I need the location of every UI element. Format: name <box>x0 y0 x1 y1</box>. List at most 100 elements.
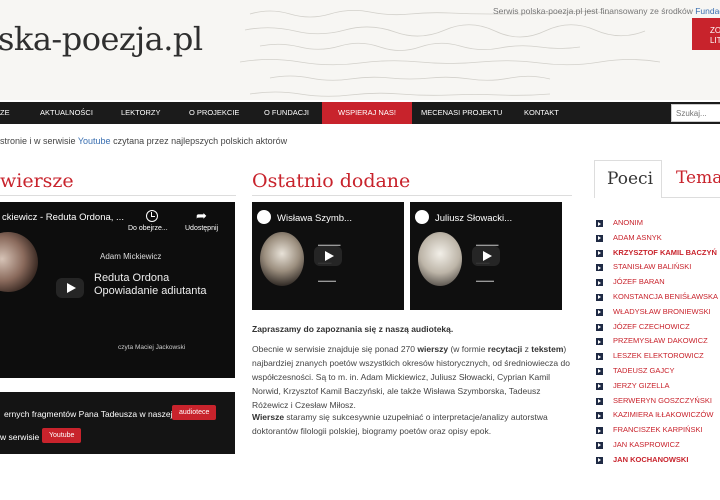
clock-icon[interactable] <box>146 210 158 222</box>
poet-item[interactable]: KONSTANCJA BENIŚŁAWSKA <box>594 290 720 305</box>
site-header: ska-poezja.pl Serwis polska-poezja.pl je… <box>0 0 720 100</box>
play-arrow-icon <box>598 413 601 418</box>
audiotheque-intro: Zapraszamy do zapoznania się z naszą aud… <box>252 322 572 336</box>
poet-item[interactable]: LESZEK ELEKTOROWICZ <box>594 349 720 364</box>
nav-item-home[interactable]: ZE <box>0 102 10 124</box>
nav-item-contact[interactable]: KONTAKT <box>524 102 559 124</box>
poet-item[interactable]: KRZYSZTOF KAMIL BACZYŃ <box>594 246 720 261</box>
play-arrow-icon <box>598 369 601 374</box>
tab-poets[interactable]: Poeci <box>594 160 662 198</box>
poet-item[interactable]: JÓZEF BARAN <box>594 275 720 290</box>
play-icon[interactable] <box>314 246 342 266</box>
promo-line2: w serwisie <box>0 432 40 442</box>
video-author: Adam Mickiewicz <box>100 252 162 261</box>
share-icon[interactable]: ➦ <box>196 208 207 224</box>
play-arrow-icon <box>598 458 601 463</box>
video-portrait <box>260 232 304 286</box>
poet-item[interactable]: JAN KASPROWICZ <box>594 438 720 453</box>
poet-item[interactable]: FRANCISZEK KARPIŃSKI <box>594 423 720 438</box>
play-arrow-icon <box>598 339 601 344</box>
share-label[interactable]: Udostępnij <box>185 225 218 232</box>
audiotheque-description: Obecnie w serwisie znajduje się ponad 27… <box>252 342 572 412</box>
nav-item-news[interactable]: AKTUALNOŚCI <box>40 102 93 124</box>
main-nav: ZE AKTUALNOŚCI LEKTORZY O PROJEKCIE O FU… <box>0 102 720 124</box>
audiotheque-intro-text: Zapraszamy do zapoznania się z naszą aud… <box>252 324 454 334</box>
video-slowacki[interactable]: Juliusz Słowacki... ▬▬▬▬▬ ▬▬▬ ▬▬▬▬ <box>410 202 562 310</box>
poet-name: KRZYSZTOF KAMIL BACZYŃ <box>613 247 717 257</box>
youtube-button[interactable]: Youtube <box>42 428 82 443</box>
desc-part: (w formie <box>448 344 488 354</box>
video-reader: czyta Maciej Jackowski <box>118 344 186 351</box>
play-arrow-icon <box>598 354 601 359</box>
audiotheque-extra: Wiersze staramy się sukcesywnie uzupełni… <box>252 410 572 438</box>
audiobook-promo: ernych fragmentów Pana Tadeusza w naszej… <box>0 392 235 454</box>
video-thumbnail-face <box>0 232 38 292</box>
desc-bold: wierszy <box>417 344 449 354</box>
intro-text-after: czytana przez najlepszych polskich aktor… <box>110 136 288 146</box>
watch-later-label[interactable]: Do obejrze... <box>128 225 168 232</box>
search-input[interactable] <box>671 104 720 122</box>
poet-name: JERZY GIZELLA <box>613 380 670 390</box>
play-icon[interactable] <box>472 246 500 266</box>
poet-name: ADAM ASNYK <box>613 232 662 242</box>
tab-topics[interactable]: Tema <box>676 168 720 188</box>
poet-name: KAZIMIERA IŁŁAKOWICZÓW <box>613 410 714 420</box>
site-logo[interactable]: ska-poezja.pl <box>0 20 203 58</box>
play-icon[interactable] <box>56 278 84 298</box>
funding-text: Serwis polska-poezja.pl jest finansowany… <box>493 6 693 16</box>
desc-part: Obecnie w serwisie znajduje się ponad 27… <box>252 344 418 354</box>
poet-name: STANISŁAW BALIŃSKI <box>613 262 692 272</box>
poet-item[interactable]: SERWERYN GOSZCZYŃSKI <box>594 394 720 409</box>
nav-item-support[interactable]: WSPIERAJ NAS! <box>322 102 412 124</box>
poet-item[interactable]: ANONIM <box>594 216 720 231</box>
poet-item[interactable]: STANISŁAW BALIŃSKI <box>594 260 720 275</box>
poet-name: FRANCISZEK KARPIŃSKI <box>613 425 703 435</box>
desc-part: z <box>522 344 532 354</box>
play-arrow-icon <box>598 280 601 285</box>
nav-item-about-project[interactable]: O PROJEKCIE <box>189 102 239 124</box>
poet-item[interactable]: PRZEMYSŁAW DAKOWICZ <box>594 334 720 349</box>
badge-line2: LIT <box>710 36 720 45</box>
poet-name: PRZEMYSŁAW DAKOWICZ <box>613 336 708 346</box>
intro-line: stronie i w serwisie Youtube czytana prz… <box>0 136 287 146</box>
tab-rule <box>662 197 720 198</box>
poem-line1: Reduta Ordona <box>94 272 170 284</box>
desc-bold: tekstem <box>531 344 564 354</box>
badge-line1: ZO <box>710 26 720 35</box>
poem-line2: Opowiadanie adiutanta <box>94 285 207 297</box>
play-arrow-icon <box>598 443 601 448</box>
poets-list: ANONIM ADAM ASNYK KRZYSZTOF KAMIL BACZYŃ ST… <box>594 216 720 468</box>
video-poem-title: Reduta Ordona Opowiadanie adiutanta <box>94 272 207 298</box>
poet-item[interactable]: JÓZEF CZECHOWICZ <box>594 320 720 335</box>
poet-item[interactable]: JAN KOCHANOWSKI <box>594 453 720 468</box>
poet-item[interactable]: ADAM ASNYK <box>594 231 720 246</box>
funding-note: Serwis polska-poezja.pl jest finansowany… <box>493 6 720 16</box>
poet-name: SERWERYN GOSZCZYŃSKI <box>613 395 712 405</box>
video-szymborska[interactable]: Wisława Szymb... ▬▬▬▬▬ ▬▬▬ ▬▬▬▬ <box>252 202 404 310</box>
play-arrow-icon <box>598 384 601 389</box>
video-title: Juliusz Słowacki... <box>435 213 513 224</box>
promo-badge[interactable]: ZO LIT <box>692 18 720 50</box>
video-title: ckiewicz - Reduta Ordona, ... <box>2 212 124 223</box>
poet-item[interactable]: JERZY GIZELLA <box>594 379 720 394</box>
funding-link[interactable]: Fundacji im. W <box>695 6 720 16</box>
poet-item[interactable]: TADEUSZ GAJCY <box>594 364 720 379</box>
play-arrow-icon <box>598 251 601 256</box>
poet-item[interactable]: KAZIMIERA IŁŁAKOWICZÓW <box>594 408 720 423</box>
nav-item-readers[interactable]: LEKTORZY <box>121 102 160 124</box>
channel-logo-icon <box>415 210 429 224</box>
extra-text: staramy się sukcesywnie uzupełniać o int… <box>252 412 548 436</box>
poems-heading: wiersze <box>0 170 74 192</box>
poet-name: KONSTANCJA BENIŚŁAWSKA <box>613 291 719 301</box>
video-meta: ▬▬▬▬ <box>476 278 494 283</box>
youtube-link[interactable]: Youtube <box>78 136 111 146</box>
nav-item-patrons[interactable]: MECENASI PROJEKTU <box>421 102 502 124</box>
poet-item[interactable]: WŁADYSŁAW BRONIEWSKI <box>594 305 720 320</box>
poet-name: WŁADYSŁAW BRONIEWSKI <box>613 306 711 316</box>
play-arrow-icon <box>598 310 601 315</box>
nav-item-about-foundation[interactable]: O FUNDACJI <box>264 102 309 124</box>
play-arrow-icon <box>598 265 601 270</box>
poet-name: JAN KOCHANOWSKI <box>613 454 689 464</box>
audiotece-button[interactable]: audiotece <box>172 405 217 420</box>
video-title: Wisława Szymb... <box>277 213 352 224</box>
